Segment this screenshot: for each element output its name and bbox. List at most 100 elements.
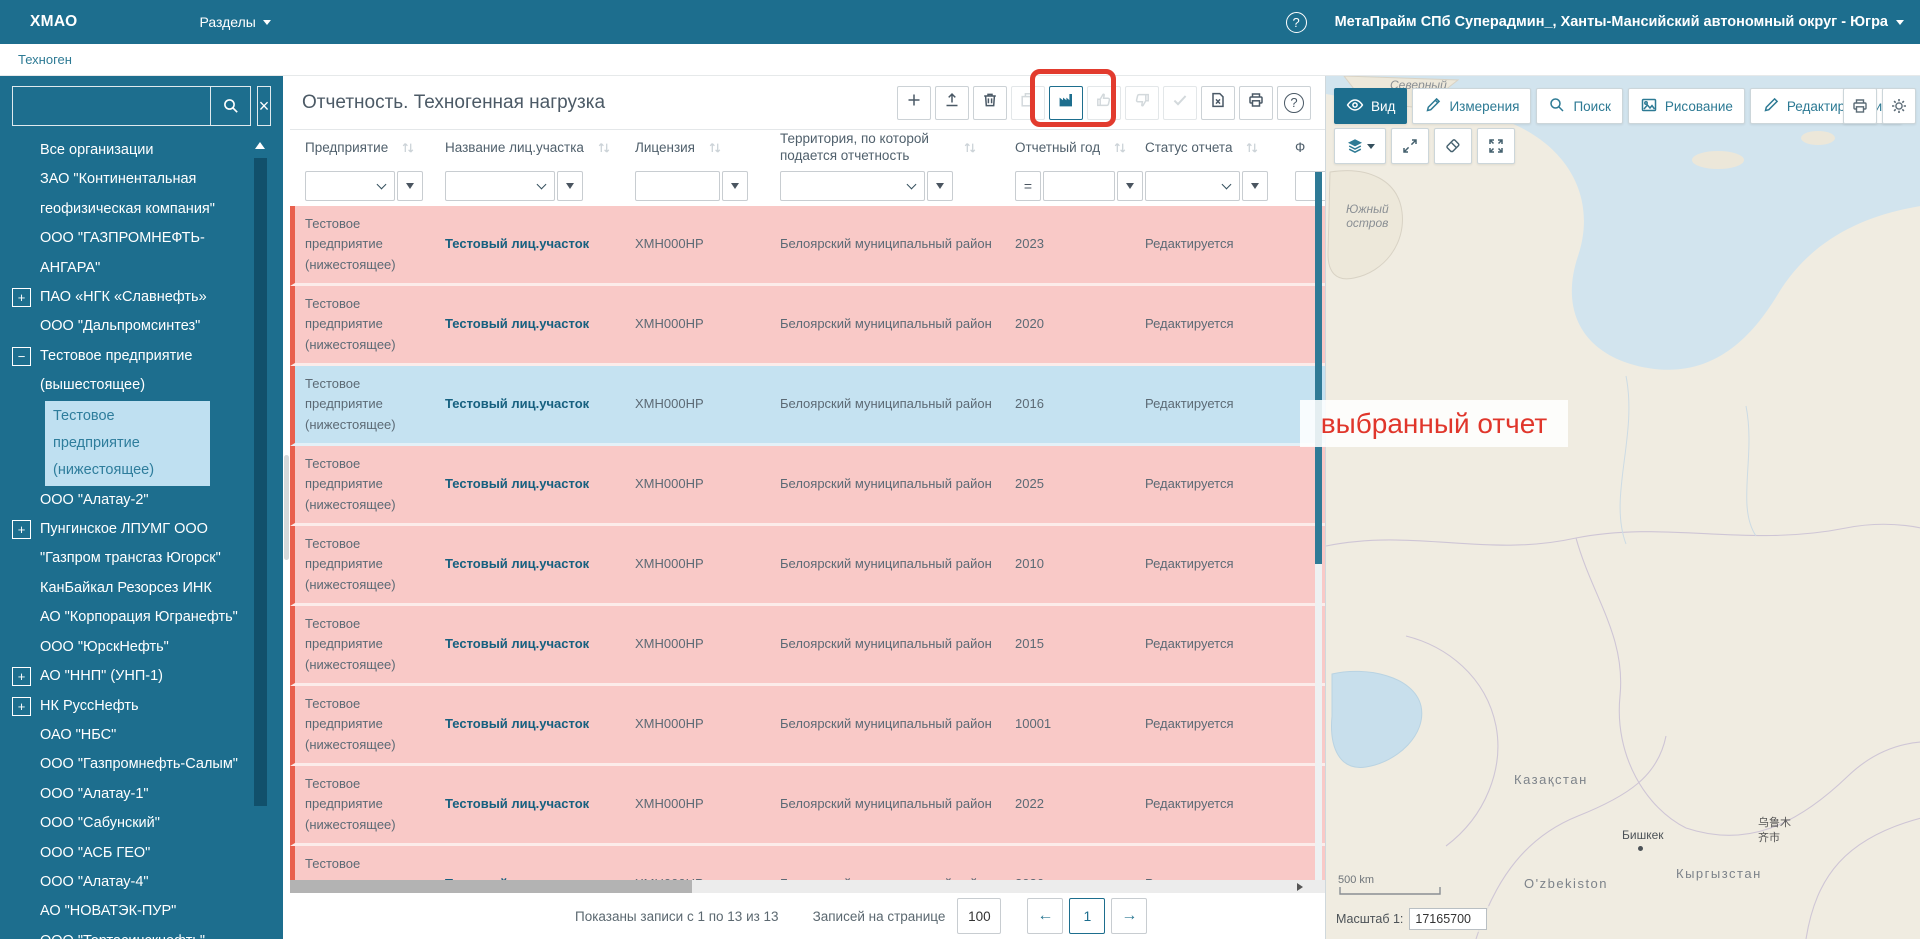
filter-select[interactable] [1145,171,1240,201]
table-vertical-scrollbar[interactable] [1315,172,1322,880]
filter-operator[interactable]: = [1015,171,1041,201]
table-row-9[interactable]: Тестовое предприятие (нижестоящее)Тестов… [290,846,1325,880]
sidebar-item-8[interactable]: ООО "Алатау-2" [0,486,253,515]
map-canvas[interactable] [1326,76,1920,939]
filter-input[interactable] [635,171,720,201]
user-menu[interactable]: МетаПрайм СПб Суперадмин_, Ханты-Мансийс… [1335,14,1904,30]
clear-search-button[interactable]: × [257,86,271,126]
sort-icon[interactable] [1112,139,1128,158]
scrollbar-thumb[interactable] [1315,172,1322,564]
next-page-button[interactable]: → [1111,898,1148,934]
help-icon[interactable]: ? [1285,11,1307,33]
upload-button[interactable] [935,85,969,120]
search-input[interactable] [13,98,210,114]
app-logo[interactable]: ХМАО [30,13,78,31]
table-horizontal-scrollbar[interactable] [290,880,1325,893]
sort-icon[interactable] [707,139,723,158]
sidebar-item-15[interactable]: ОАО "НБС" [0,721,253,750]
cell-license-site-link[interactable]: Тестовый лиц.участок [445,234,635,254]
map-panel[interactable]: Северный Южный остров Казақстан Бишкек К… [1325,76,1920,939]
table-row-3[interactable]: Тестовое предприятие (нижестоящее) Тестов… [290,366,1325,446]
filter-dropdown-button[interactable] [557,171,583,201]
splitter-handle[interactable] [284,455,289,560]
sidebar-item-21[interactable]: АО "НОВАТЭК-ПУР" [0,897,253,926]
sort-icon[interactable] [400,139,416,158]
cell-license-site-link[interactable]: Тестовый лиц.участок [445,794,635,814]
map-tab-рисование[interactable]: Рисование [1627,88,1745,124]
sidebar-item-19[interactable]: ООО "АСБ ГЕО" [0,839,253,868]
filter-dropdown-button[interactable] [1117,171,1143,201]
sidebar-item-11[interactable]: АО "Корпорация Югранефть" [0,603,253,632]
filter-select[interactable] [445,171,555,201]
scrollbar-thumb[interactable] [290,880,692,893]
sidebar-item-9[interactable]: + Пунгинское ЛПУМГ ООО "Газпром трансгаз … [0,515,253,574]
map-settings-button[interactable] [1882,88,1916,124]
filter-dropdown-button[interactable] [397,171,423,201]
sidebar-item-2[interactable]: ЗАО "Континентальная геофизическая компа… [0,165,253,224]
sidebar-item-20[interactable]: ООО "Алатау-4" [0,868,253,897]
sidebar-item-22[interactable]: ООО "Тортасинскнефть" [0,927,253,939]
per-page-input[interactable] [957,898,1002,934]
cell-license-site-link[interactable]: Тестовый лиц.участок [445,634,635,654]
sidebar-item-7[interactable]: Тестовое предприятие (нижестоящее) [45,400,210,486]
sidebar-item-4[interactable]: + ПАО «НГК «Славнефть» [0,283,253,312]
layers-button[interactable] [1334,128,1386,164]
sidebar-item-14[interactable]: + НК РуссНефть [0,692,253,721]
column-header-7[interactable]: Ф [1295,140,1325,157]
full-extent-button[interactable] [1477,128,1515,164]
filter-dropdown-button[interactable] [927,171,953,201]
export-excel-button[interactable] [1201,85,1235,120]
technogenic-load-button[interactable] [1049,85,1083,120]
cell-license-site-link[interactable]: Тестовый лиц.участок [445,394,635,414]
filter-select[interactable] [305,171,395,201]
sidebar-item-13[interactable]: + АО "ННП" (УНП-1) [0,662,253,691]
filter-dropdown-button[interactable] [1242,171,1268,201]
sidebar-item-18[interactable]: ООО "Сабунский" [0,809,253,838]
map-tab-измерения[interactable]: Измерения [1412,88,1532,124]
sort-icon[interactable] [1244,139,1260,158]
table-row-2[interactable]: Тестовое предприятие (нижестоящее) Тестов… [290,286,1325,366]
add-button[interactable] [897,85,931,120]
cell-license-site-link[interactable]: Тестовый лиц.участок [445,714,635,734]
cell-license-site-link[interactable]: Тестовый лиц.участок [445,474,635,494]
filter-select[interactable] [780,171,925,201]
expand-icon[interactable]: + [12,696,31,716]
column-header-1[interactable]: Предприятие [305,139,445,158]
sidebar-item-16[interactable]: ООО "Газпромнефть-Салым" [0,750,253,779]
expand-icon[interactable]: + [12,520,31,540]
table-row-8[interactable]: Тестовое предприятие (нижестоящее) Тестов… [290,766,1325,846]
map-tab-поиск[interactable]: Поиск [1536,88,1623,124]
sidebar-item-17[interactable]: ООО "Алатау-1" [0,780,253,809]
search-button[interactable] [210,87,250,125]
scrollbar-thumb[interactable] [254,158,267,806]
sidebar-item-3[interactable]: ООО "ГАЗПРОМНЕФТЬ-АНГАРА" [0,224,253,283]
scale-input[interactable] [1409,908,1488,930]
sidebar-scrollbar[interactable] [254,140,267,939]
column-header-2[interactable]: Название лиц.участка [445,139,635,158]
sidebar-item-5[interactable]: ООО "Дальпромсинтез" [0,312,253,341]
column-header-6[interactable]: Статус отчета [1145,139,1295,158]
table-row-1[interactable]: Тестовое предприятие (нижестоящее) Тестов… [290,206,1325,286]
column-header-4[interactable]: Территория, по которой подается отчетнос… [780,131,1015,165]
filter-dropdown-button[interactable] [722,171,748,201]
column-header-5[interactable]: Отчетный год [1015,139,1145,158]
expand-icon[interactable]: + [12,667,31,687]
sort-icon[interactable] [962,139,978,158]
panel-splitter[interactable] [283,76,290,939]
sidebar-item-12[interactable]: ООО "ЮрскНефть" [0,633,253,662]
cell-license-site-link[interactable]: Тестовый лиц.участок [445,314,635,334]
table-row-7[interactable]: Тестовое предприятие (нижестоящее) Тестов… [290,686,1325,766]
pan-zoom-button[interactable] [1391,128,1429,164]
sections-menu[interactable]: Разделы [200,14,271,30]
breadcrumb[interactable]: Техноген [18,52,72,67]
print-button[interactable] [1239,85,1273,120]
table-row-4[interactable]: Тестовое предприятие (нижестоящее) Тестов… [290,446,1325,526]
map-tab-вид[interactable]: Вид [1334,88,1408,124]
table-row-5[interactable]: Тестовое предприятие (нижестоящее) Тестов… [290,526,1325,606]
delete-button[interactable] [973,85,1007,120]
sidebar-item-6[interactable]: − Тестовое предприятие (вышестоящее) [0,342,253,401]
current-page-button[interactable]: 1 [1069,898,1106,934]
collapse-icon[interactable]: − [12,346,31,366]
filter-input[interactable] [1043,171,1115,201]
prev-page-button[interactable]: ← [1027,898,1064,934]
